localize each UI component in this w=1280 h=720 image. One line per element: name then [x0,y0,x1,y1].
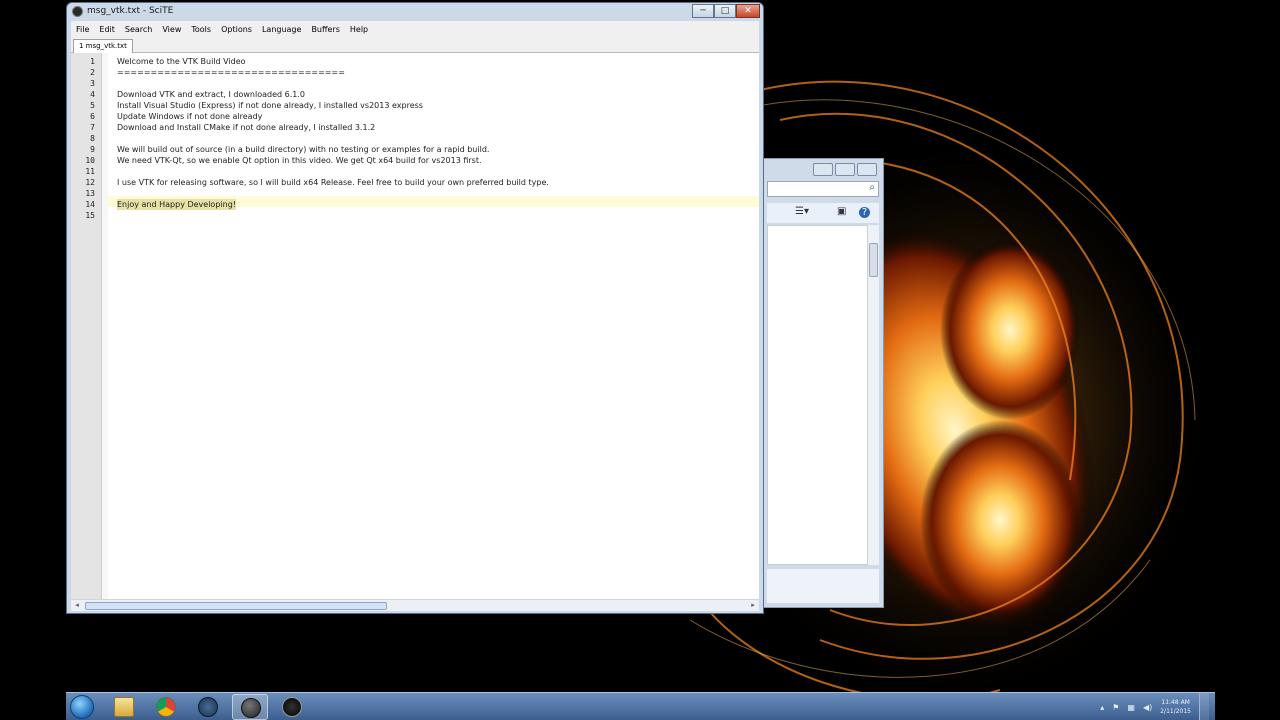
scite-app-icon[interactable] [72,6,83,17]
line-number: 1 [90,57,95,66]
background-explorer-window[interactable]: ⌕ ☰▾ ▣ ? [760,158,884,608]
taskbar-obs[interactable] [274,694,310,720]
menu-options[interactable]: Options [216,25,257,34]
menu-bar: File Edit Search View Tools Options Lang… [71,21,759,38]
scite-icon [241,698,261,718]
caption-buttons: ─ □ ✕ [692,4,760,18]
background-close-button[interactable] [857,163,877,176]
taskbar-explorer[interactable] [106,694,142,720]
search-icon[interactable]: ⌕ [869,182,875,193]
line-number: 15 [85,211,95,220]
editor-pane[interactable]: 1 2 3 4 5 6 7 8 9 10 11 12 13 14 15 Welc… [71,53,759,599]
taskbar-chrome[interactable] [148,694,184,720]
volume-icon[interactable]: ◀) [1143,703,1152,712]
action-center-flag-icon[interactable]: ⚑ [1112,703,1119,712]
help-icon[interactable]: ? [859,207,870,218]
line-number-gutter: 1 2 3 4 5 6 7 8 9 10 11 12 13 14 15 [71,53,102,599]
maximize-button[interactable]: □ [714,4,736,18]
line-number: 2 [90,68,95,77]
scite-window: msg_vtk.txt - SciTE ─ □ ✕ File Edit Sear… [66,2,764,614]
background-maximize-button[interactable] [835,163,855,176]
buffer-tab-msg-vtk[interactable]: 1 msg_vtk.txt [73,39,133,53]
line-number: 4 [90,90,95,99]
line-number: 7 [90,123,95,132]
title-bar[interactable]: msg_vtk.txt - SciTE ─ □ ✕ [67,3,763,21]
menu-view[interactable]: View [157,25,186,34]
clock[interactable]: 11:48 AM 2/11/2015 [1160,698,1191,716]
taskbar-steam[interactable] [190,694,226,720]
horizontal-scrollbar[interactable]: ◂ ▸ [71,599,759,611]
letterbox-left [0,0,66,720]
menu-file[interactable]: File [71,25,94,34]
horizontal-scroll-thumb[interactable] [85,602,387,610]
network-icon[interactable]: ▦ [1127,703,1135,712]
line-number: 6 [90,112,95,121]
menu-language[interactable]: Language [257,25,306,34]
line-number: 9 [90,145,95,154]
buffer-tab-bar: 1 msg_vtk.txt [71,38,759,53]
line-number: 14 [85,200,95,209]
preview-pane-icon[interactable]: ▣ [837,206,846,217]
background-vertical-scrollbar[interactable] [867,225,879,565]
code-line[interactable]: Download and Install CMake if not done a… [117,122,375,133]
code-line[interactable]: Install Visual Studio (Express) if not d… [117,100,423,111]
line-number: 10 [85,156,95,165]
code-line-selected[interactable]: Enjoy and Happy Developing! [117,199,236,210]
line-number: 3 [90,79,95,88]
obs-icon [282,697,302,717]
line-number: 12 [85,178,95,187]
code-line[interactable]: We need VTK-Qt, so we enable Qt option i… [117,155,482,166]
menu-edit[interactable]: Edit [94,25,120,34]
background-details-pane [767,569,879,603]
code-line[interactable]: Welcome to the VTK Build Video [117,56,246,67]
code-line[interactable]: We will build out of source (in a build … [117,144,489,155]
window-title: msg_vtk.txt - SciTE [87,6,174,16]
fold-margin[interactable] [102,53,108,599]
scroll-left-arrow-icon[interactable]: ◂ [72,601,82,610]
background-toolbar: ☰▾ ▣ ? [767,203,879,223]
view-options-icon[interactable]: ☰▾ [795,206,809,217]
tray-overflow-icon[interactable]: ▴ [1100,703,1104,712]
chrome-icon [156,697,176,717]
background-scroll-thumb[interactable] [869,243,878,277]
menu-tools[interactable]: Tools [186,25,216,34]
line-number: 13 [85,189,95,198]
letterbox-right [1215,0,1280,720]
background-search-box[interactable]: ⌕ [767,181,879,197]
code-line[interactable]: Download VTK and extract, I downloaded 6… [117,89,305,100]
clock-date: 2/11/2015 [1160,708,1191,715]
show-desktop-button[interactable] [1199,693,1209,720]
menu-help[interactable]: Help [345,25,373,34]
background-window-caption-buttons [813,163,877,176]
menu-search[interactable]: Search [120,25,157,34]
code-line[interactable]: ================================== [117,67,345,78]
line-number: 11 [85,167,95,176]
start-button[interactable] [70,695,94,719]
code-line[interactable]: Update Windows if not done already [117,111,262,122]
system-tray: ▴ ⚑ ▦ ◀) 11:48 AM 2/11/2015 [1100,693,1209,720]
clock-time: 11:48 AM [1161,699,1190,706]
scroll-right-arrow-icon[interactable]: ▸ [748,601,758,610]
steam-icon [198,697,218,717]
taskbar: ▴ ⚑ ▦ ◀) 11:48 AM 2/11/2015 [66,692,1215,720]
code-line[interactable]: I use VTK for releasing software, so I w… [117,177,549,188]
line-number: 5 [90,101,95,110]
close-button[interactable]: ✕ [736,4,760,18]
taskbar-scite[interactable] [232,694,268,720]
background-content-pane [767,225,879,565]
background-minimize-button[interactable] [813,163,833,176]
menu-buffers[interactable]: Buffers [306,25,344,34]
minimize-button[interactable]: ─ [692,4,714,18]
line-number: 8 [90,134,95,143]
folder-icon [114,697,134,717]
